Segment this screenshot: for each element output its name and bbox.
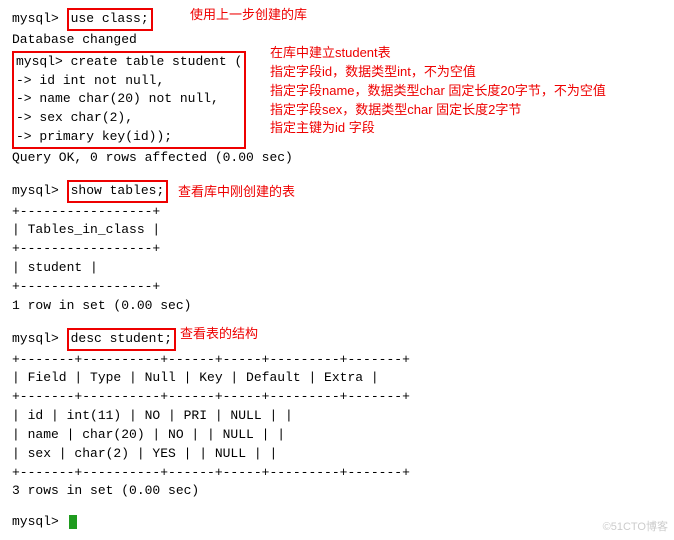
prompt-line-empty[interactable]: mysql> <box>12 513 662 532</box>
note-create-l4: 指定字段sex，数据类型char 固定长度2字节 <box>270 101 606 120</box>
desc-border: +-------+----------+------+-----+-------… <box>12 464 662 483</box>
continuation: -> <box>16 91 32 106</box>
redbox-use-class: use class; <box>67 8 153 31</box>
continuation: -> <box>16 129 32 144</box>
cmd-create-table-l3: name char(20) not null, <box>39 91 218 106</box>
prompt: mysql> <box>12 11 59 26</box>
table-border: +-----------------+ <box>12 240 662 259</box>
cmd-desc-student: desc student; <box>71 331 172 346</box>
desc-row: | name | char(20) | NO | | NULL | | <box>12 426 662 445</box>
resp-query-ok: Query OK, 0 rows affected (0.00 sec) <box>12 149 662 168</box>
resp-3-rows: 3 rows in set (0.00 sec) <box>12 482 662 501</box>
prompt: mysql> <box>16 54 63 69</box>
note-use-class: 使用上一步创建的库 <box>190 6 307 25</box>
note-create-l5: 指定主键为id 字段 <box>270 119 606 138</box>
table-row: | student | <box>12 259 662 278</box>
table-border: +-----------------+ <box>12 203 662 222</box>
desc-row: | sex | char(2) | YES | | NULL | | <box>12 445 662 464</box>
cmd-line-use-class: mysql> use class; <box>12 8 662 31</box>
redbox-show-tables: show tables; <box>67 180 169 203</box>
prompt: mysql> <box>12 514 59 529</box>
cmd-use-class: use class; <box>71 11 149 26</box>
redbox-desc-student: desc student; <box>67 328 176 351</box>
cmd-create-table-l2: id int not null, <box>39 73 164 88</box>
prompt: mysql> <box>12 183 59 198</box>
cmd-create-table-l4: sex char(2), <box>39 110 133 125</box>
continuation: -> <box>16 110 32 125</box>
note-create-l3: 指定字段name，数据类型char 固定长度20字节，不为空值 <box>270 82 606 101</box>
desc-row: | id | int(11) | NO | PRI | NULL | | <box>12 407 662 426</box>
cmd-create-table-l1: create table student ( <box>71 54 243 69</box>
table-header: | Tables_in_class | <box>12 221 662 240</box>
continuation: -> <box>16 73 32 88</box>
resp-1-row: 1 row in set (0.00 sec) <box>12 297 662 316</box>
cmd-show-tables: show tables; <box>71 183 165 198</box>
watermark: ©51CTO博客 <box>603 520 668 536</box>
noteblock-create-table: 在库中建立student表 指定字段id，数据类型int，不为空值 指定字段na… <box>270 44 606 138</box>
note-create-l2: 指定字段id，数据类型int，不为空值 <box>270 63 606 82</box>
cmd-line-desc-student: mysql> desc student; <box>12 328 662 351</box>
desc-border: +-------+----------+------+-----+-------… <box>12 388 662 407</box>
table-border: +-----------------+ <box>12 278 662 297</box>
redbox-create-table: mysql> create table student ( -> id int … <box>12 51 246 149</box>
cmd-create-table-l5: primary key(id)); <box>39 129 172 144</box>
prompt: mysql> <box>12 331 59 346</box>
note-desc-student: 查看表的结构 <box>180 325 258 344</box>
cursor-icon <box>69 515 77 529</box>
desc-header: | Field | Type | Null | Key | Default | … <box>12 369 662 388</box>
cmd-line-show-tables: mysql> show tables; <box>12 180 662 203</box>
note-create-l1: 在库中建立student表 <box>270 44 606 63</box>
note-show-tables: 查看库中刚创建的表 <box>178 183 295 202</box>
desc-border: +-------+----------+------+-----+-------… <box>12 351 662 370</box>
